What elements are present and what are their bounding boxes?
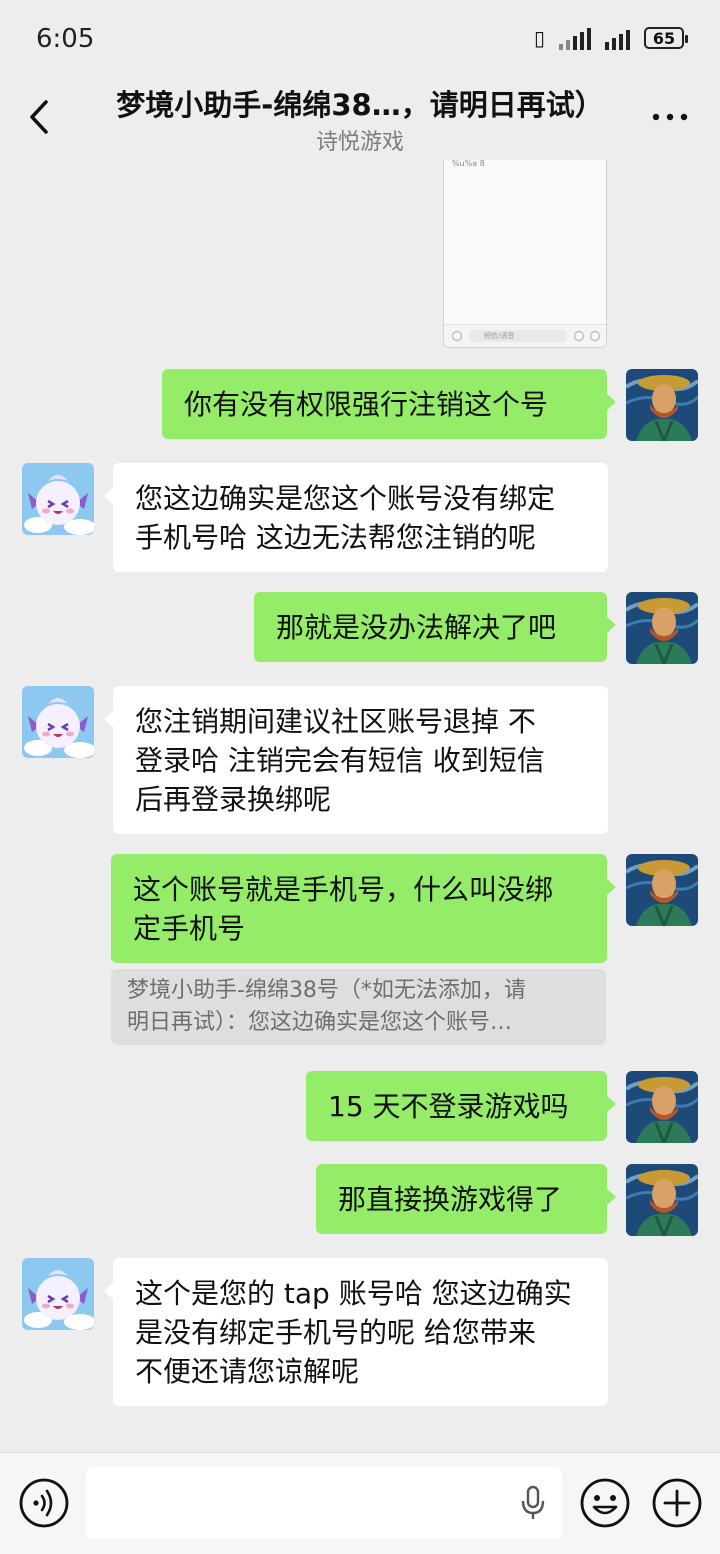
screenshot-input-field: 短信/语音 xyxy=(470,330,566,342)
quoted-message[interactable]: 梦境小助手-绵绵38号（*如无法添加，请 明日再试）：您这边确实是您这个账号… xyxy=(111,969,606,1045)
status-icons: ▯ 65 xyxy=(533,26,688,50)
my-avatar[interactable] xyxy=(626,369,698,441)
chat-subtitle: 诗悦游戏 xyxy=(315,130,404,155)
voice-icon[interactable] xyxy=(18,1477,70,1529)
message-bubble-received[interactable]: 您这边确实是您这个账号没有绑定 手机号哈 这边无法帮您注销的呢 xyxy=(104,463,608,572)
emoji-icon[interactable] xyxy=(579,1477,631,1529)
message-line: 那直接换游戏得了 xyxy=(338,1183,563,1216)
image-message-screenshot[interactable]: %u%a 8 短信/语音 xyxy=(443,160,607,348)
message-input[interactable] xyxy=(86,1467,562,1539)
message-line: 不便还请您谅解呢 xyxy=(135,1355,360,1388)
more-options-icon[interactable] xyxy=(650,102,690,132)
screenshot-emoji-icon xyxy=(574,331,584,341)
message-line: 手机号哈 这边无法帮您注销的呢 xyxy=(135,521,536,554)
microphone-icon[interactable] xyxy=(520,1485,546,1521)
status-time: 6:05 xyxy=(36,24,95,54)
assistant-avatar[interactable] xyxy=(22,686,94,758)
message-line: 是没有绑定手机号的呢 给您带来 xyxy=(135,1316,536,1349)
mascot-avatar-image xyxy=(22,686,94,758)
message-line: 这个是您的 tap 账号哈 您这边确实 xyxy=(135,1277,572,1310)
message-line: 15 天不登录游戏吗 xyxy=(328,1090,569,1123)
status-bar: 6:05 ▯ 65 xyxy=(0,0,720,80)
message-line: 后再登录换绑呢 xyxy=(135,783,332,816)
screenshot-plus-icon xyxy=(590,331,600,341)
message-bubble-sent[interactable]: 你有没有权限强行注销这个号 xyxy=(162,369,616,439)
painting-avatar-image xyxy=(626,854,698,926)
my-avatar[interactable] xyxy=(626,854,698,926)
my-avatar[interactable] xyxy=(626,1071,698,1143)
message-line: 你有没有权限强行注销这个号 xyxy=(184,388,549,421)
screenshot-tiny-text: %u%a 8 xyxy=(452,160,485,168)
message-line: 您这边确实是您这个账号没有绑定 xyxy=(135,482,556,515)
message-line: 您注销期间建议社区账号退掉 不 xyxy=(135,705,536,738)
message-bubble-sent[interactable]: 15 天不登录游戏吗 xyxy=(306,1071,616,1141)
battery-icon: 65 xyxy=(644,27,688,49)
assistant-avatar[interactable] xyxy=(22,463,94,535)
back-arrow-icon[interactable] xyxy=(24,92,60,142)
mascot-avatar-image xyxy=(22,463,94,535)
quote-line: 明日再试）：您这边确实是您这个账号… xyxy=(127,1010,513,1035)
message-line: 那就是没办法解决了吧 xyxy=(276,611,557,644)
quote-line: 梦境小助手-绵绵38号（*如无法添加，请 xyxy=(127,978,526,1003)
chat-header: 梦境小助手-绵绵38…，请明日再试） 诗悦游戏 xyxy=(0,80,720,160)
message-bubble-sent[interactable]: 那直接换游戏得了 xyxy=(316,1164,616,1234)
message-bubble-received[interactable]: 这个是您的 tap 账号哈 您这边确实 是没有绑定手机号的呢 给您带来 不便还请… xyxy=(104,1258,608,1406)
message-bubble-sent[interactable]: 这个账号就是手机号，什么叫没绑 定手机号 xyxy=(111,854,616,963)
plus-icon[interactable] xyxy=(651,1477,703,1529)
input-bar xyxy=(0,1452,720,1554)
vibrate-icon: ▯ xyxy=(533,26,545,50)
chat-area[interactable]: %u%a 8 短信/语音 你有没有权限强行注销这个号 您这边确实是您这个账号没有… xyxy=(0,160,720,1452)
chat-title: 梦境小助手-绵绵38…，请明日再试） xyxy=(116,88,604,122)
painting-avatar-image xyxy=(626,369,698,441)
painting-avatar-image xyxy=(626,592,698,664)
assistant-avatar[interactable] xyxy=(22,1258,94,1330)
signal-icon xyxy=(559,26,591,50)
mascot-avatar-image xyxy=(22,1258,94,1330)
message-line: 这个账号就是手机号，什么叫没绑 xyxy=(133,873,554,906)
message-line: 定手机号 xyxy=(133,912,246,945)
painting-avatar-image xyxy=(626,1164,698,1236)
screenshot-voice-icon xyxy=(452,331,462,341)
my-avatar[interactable] xyxy=(626,592,698,664)
signal-icon-2 xyxy=(605,26,630,50)
message-bubble-received[interactable]: 您注销期间建议社区账号退掉 不 登录哈 注销完会有短信 收到短信 后再登录换绑呢 xyxy=(104,686,608,834)
message-line: 登录哈 注销完会有短信 收到短信 xyxy=(135,744,545,777)
message-bubble-sent[interactable]: 那就是没办法解决了吧 xyxy=(254,592,616,662)
my-avatar[interactable] xyxy=(626,1164,698,1236)
screenshot-input-bar: 短信/语音 xyxy=(444,324,606,347)
painting-avatar-image xyxy=(626,1071,698,1143)
